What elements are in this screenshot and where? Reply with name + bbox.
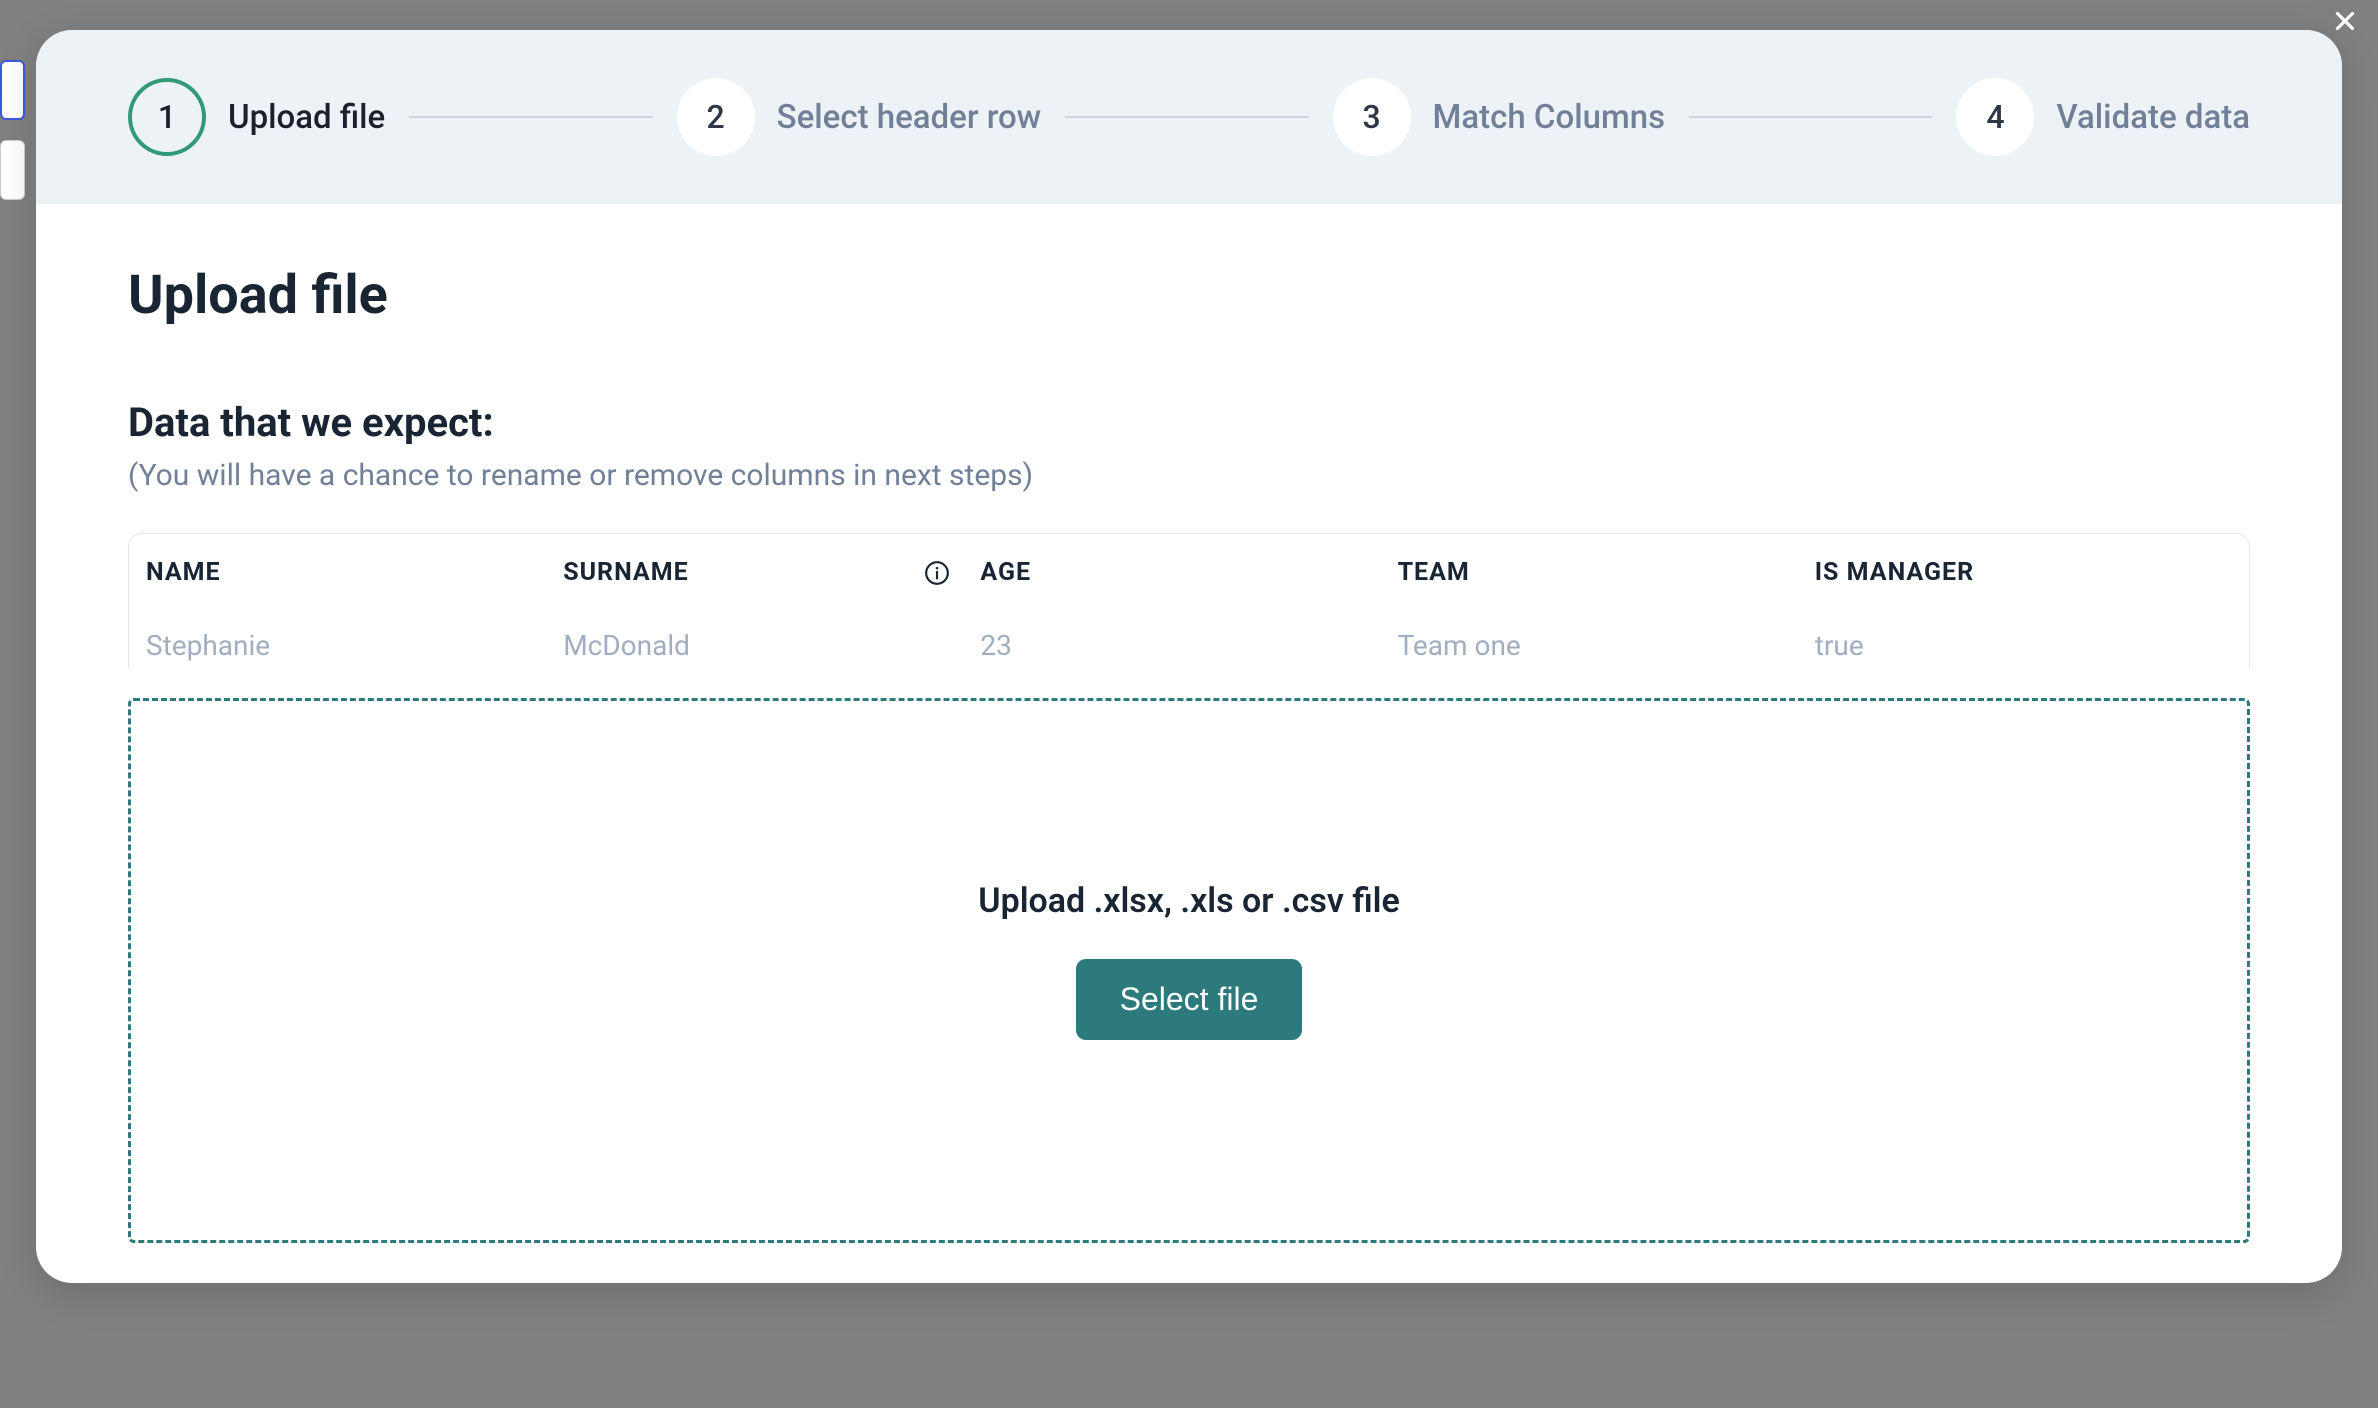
step-number: 1 [128, 78, 206, 156]
step-label: Match Columns [1433, 98, 1666, 137]
column-header-surname: SURNAME [563, 558, 980, 587]
close-icon [2330, 6, 2360, 36]
expected-data-heading: Data that we expect: [128, 399, 2250, 446]
step-divider [1065, 116, 1308, 118]
modal-content: Upload file Data that we expect: (You wi… [36, 204, 2342, 1283]
step-divider [409, 116, 652, 118]
step-number: 3 [1333, 78, 1411, 156]
column-header-team: TEAM [1398, 558, 1815, 587]
column-header-age: AGE [980, 558, 1397, 587]
step-label: Validate data [2056, 98, 2250, 137]
cell-is-manager: true [1815, 629, 2232, 662]
table-row: Stephanie McDonald 23 Team one true [129, 611, 2249, 668]
step-label: Upload file [228, 98, 385, 137]
file-dropzone[interactable]: Upload .xlsx, .xls or .csv file Select f… [128, 698, 2250, 1243]
expected-data-hint: (You will have a chance to rename or rem… [128, 458, 2250, 493]
expected-columns-table: NAME SURNAME AGE TEAM IS MANAGER [128, 533, 2250, 668]
step-upload-file[interactable]: 1 Upload file [128, 78, 385, 156]
info-icon[interactable] [924, 560, 950, 586]
close-button[interactable] [2330, 6, 2360, 40]
step-validate-data[interactable]: 4 Validate data [1956, 78, 2250, 156]
cell-name: Stephanie [146, 629, 563, 662]
table-header-row: NAME SURNAME AGE TEAM IS MANAGER [129, 534, 2249, 611]
background-button-2 [0, 140, 25, 200]
step-number: 2 [677, 78, 755, 156]
step-label: Select header row [777, 98, 1042, 137]
column-header-name: NAME [146, 558, 563, 587]
step-match-columns[interactable]: 3 Match Columns [1333, 78, 1666, 156]
background-button-1 [0, 60, 25, 120]
dropzone-instruction: Upload .xlsx, .xls or .csv file [978, 881, 1400, 921]
step-select-header-row[interactable]: 2 Select header row [677, 78, 1042, 156]
cell-age: 23 [980, 629, 1397, 662]
column-header-is-manager: IS MANAGER [1815, 558, 2232, 587]
column-header-surname-label: SURNAME [563, 558, 689, 587]
select-file-button[interactable]: Select file [1076, 959, 1303, 1040]
cell-surname: McDonald [563, 629, 980, 662]
upload-modal: 1 Upload file 2 Select header row 3 Matc… [36, 30, 2342, 1283]
stepper: 1 Upload file 2 Select header row 3 Matc… [36, 30, 2342, 204]
cell-team: Team one [1398, 629, 1815, 662]
step-divider [1689, 116, 1932, 118]
step-number: 4 [1956, 78, 2034, 156]
page-title: Upload file [128, 264, 2250, 327]
